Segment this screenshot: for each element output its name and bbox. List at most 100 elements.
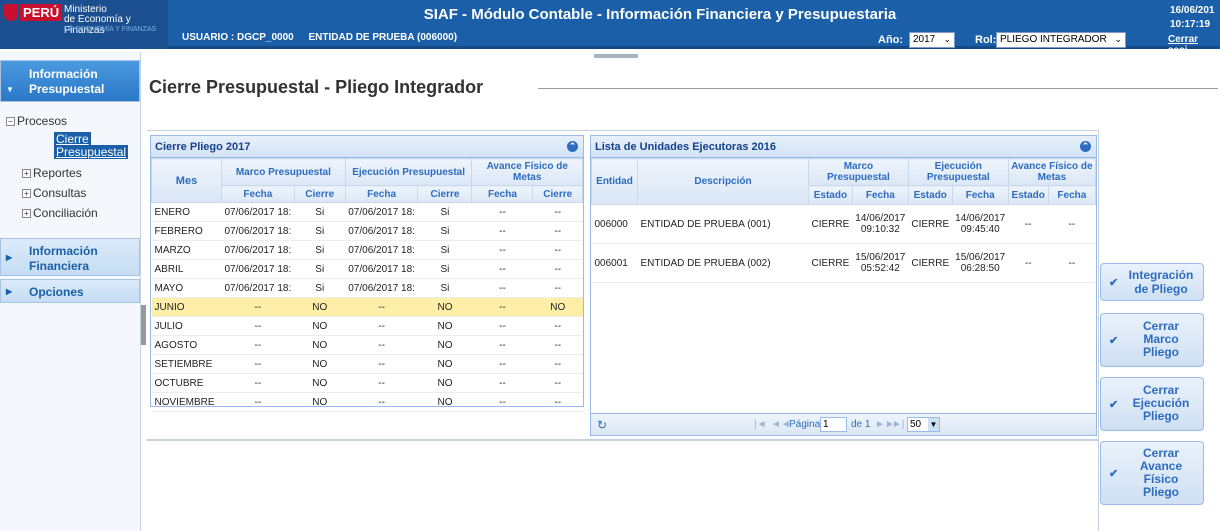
table-cell: -- <box>345 316 418 336</box>
content-bottom-divider <box>147 440 1099 441</box>
table-row[interactable]: JULIO -- NO -- NO -- -- <box>151 316 583 336</box>
table-cell: Si <box>417 202 472 222</box>
table-row[interactable]: ABRIL 07/06/2017 18: Si 07/06/2017 18: Si -- -… <box>151 259 583 279</box>
col-header-entidad[interactable]: Entidad <box>591 158 638 205</box>
table-row[interactable]: OCTUBRE -- NO -- NO -- -- <box>151 373 583 393</box>
table-cell: -- <box>345 297 418 317</box>
col-header-fecha[interactable]: Fecha <box>471 185 534 203</box>
page-label: Página <box>789 419 821 430</box>
table-cell: ENTIDAD DE PRUEBA (002) <box>637 243 809 283</box>
table-row[interactable]: SETIEMBRE -- NO -- NO -- -- <box>151 354 583 374</box>
tree-node-cierre-presupuestal[interactable]: Cierre <box>54 132 91 146</box>
col-header-estado[interactable]: Estado <box>808 185 853 205</box>
collapse-panel-icon[interactable]: ⌃ <box>567 141 578 152</box>
table-cell: NOVIEMBRE <box>151 392 222 412</box>
current-time: 10:17:19 <box>1170 19 1211 30</box>
table-cell: 07/06/2017 18: <box>221 221 295 241</box>
refresh-icon[interactable]: ↻ <box>597 418 607 432</box>
date-part: 14/06/2017 <box>855 213 906 224</box>
role-value: PLIEGO INTEGRADOR <box>1000 34 1107 45</box>
first-page-icon[interactable]: |◄ <box>754 419 767 430</box>
col-header-estado[interactable]: Estado <box>1007 185 1049 205</box>
coat-of-arms-icon <box>4 4 18 21</box>
year-label: Año: <box>878 34 904 46</box>
page-total: de 1 <box>851 419 871 430</box>
table-row[interactable]: NOVIEMBRE -- NO -- NO -- -- <box>151 392 583 412</box>
col-header-fecha[interactable]: Fecha <box>1047 185 1097 205</box>
col-header-fecha[interactable]: Fecha <box>851 185 909 205</box>
col-header-fecha[interactable]: Fecha <box>344 185 419 203</box>
year-select[interactable]: 2017 ⌄ <box>909 32 955 48</box>
accordion-informacion-presupuestal[interactable]: ▼ Información Presupuestal <box>0 60 140 102</box>
accordion-informacion-financiera[interactable]: ▶ Información Financiera <box>0 238 140 276</box>
table-cell: -- <box>471 259 533 279</box>
table-cell: 07/06/2017 18: <box>345 278 418 298</box>
tree-node-procesos[interactable]: − Procesos <box>6 114 67 128</box>
table-row[interactable]: MARZO 07/06/2017 18: Si 07/06/2017 18: Si -- -… <box>151 240 583 260</box>
table-row[interactable]: AGOSTO -- NO -- NO -- -- <box>151 335 583 355</box>
col-header-cierre[interactable]: Cierre <box>417 185 473 203</box>
table-row[interactable]: 006000 ENTIDAD DE PRUEBA (001) CIERRE 14/06… <box>591 204 1096 244</box>
check-icon: ✔ <box>1109 335 1119 347</box>
col-header-mes[interactable]: Mes <box>151 158 222 203</box>
cerrar-avance-fisico-pliego-button[interactable]: ✔ Cerrar Avance Físico Pliego <box>1100 441 1204 505</box>
table-row[interactable]: 006001 ENTIDAD DE PRUEBA (002) CIERRE 15/06… <box>591 243 1096 283</box>
tree-node-cierre-presupuestal-2[interactable]: Presupuestal <box>54 145 129 159</box>
col-header-estado[interactable]: Estado <box>907 185 953 205</box>
role-select[interactable]: PLIEGO INTEGRADOR ⌄ <box>996 32 1126 48</box>
cerrar-marco-pliego-button[interactable]: ✔ Cerrar Marco Pliego <box>1100 313 1204 367</box>
collapse-panel-icon[interactable]: ⌃ <box>1080 141 1091 152</box>
table-cell: NO <box>294 297 346 317</box>
table-cell: CIERRE <box>808 243 853 283</box>
time-part: 09:45:40 <box>960 224 1000 235</box>
table-cell: -- <box>532 373 583 393</box>
last-page-icon[interactable]: ►| <box>892 419 905 430</box>
sidebar-splitter[interactable] <box>141 305 146 345</box>
logout-link[interactable]: Cerrar sesi <box>1168 34 1220 56</box>
page-number-input[interactable]: 1 <box>820 417 847 432</box>
table-cell: -- <box>345 335 418 355</box>
table-cell: Si <box>294 202 346 222</box>
tree-node-consultas[interactable]: + Consultas <box>22 186 86 200</box>
table-cell: 07/06/2017 18: <box>345 259 418 279</box>
col-header-fecha[interactable]: Fecha <box>951 185 1009 205</box>
table-cell: NO <box>417 354 472 374</box>
table-row[interactable]: MAYO 07/06/2017 18: Si 07/06/2017 18: Si -- -- <box>151 278 583 298</box>
col-header-cierre[interactable]: Cierre <box>293 185 346 203</box>
table-cell: NO <box>417 335 472 355</box>
col-header-cierre[interactable]: Cierre <box>532 185 583 203</box>
chevron-down-icon: ⌄ <box>1114 34 1122 44</box>
table-cell: -- <box>532 259 583 279</box>
table-cell: AGOSTO <box>151 335 222 355</box>
time-part: 06:28:50 <box>960 263 1000 274</box>
table-cell: -- <box>221 392 295 412</box>
col-header-fecha[interactable]: Fecha <box>221 185 295 203</box>
col-header-descripcion[interactable]: Descripción <box>637 158 809 205</box>
prev-page-icon[interactable]: ◄◄ <box>771 419 791 430</box>
table-cell: MARZO <box>151 240 222 260</box>
col-group-marco: Marco Presupuestal <box>221 158 346 186</box>
splitter-handle[interactable] <box>594 54 638 58</box>
year-value: 2017 <box>913 34 936 45</box>
tree-node-label: Presupuestal <box>54 145 129 159</box>
table-cell: NO <box>294 373 346 393</box>
table-cell: 006000 <box>591 204 638 244</box>
entity-label: ENTIDAD DE PRUEBA (006000) <box>308 32 458 43</box>
integracion-pliego-button[interactable]: ✔ Integración de Pliego <box>1100 263 1204 301</box>
accordion-opciones[interactable]: ▶ Opciones <box>0 279 140 303</box>
table-cell: -- <box>532 335 583 355</box>
table-cell: -- <box>532 354 583 374</box>
expand-arrow-icon: ▼ <box>6 85 14 94</box>
table-cell: 15/06/2017 06:28:50 <box>952 243 1009 283</box>
tree-node-conciliacion[interactable]: + Conciliación <box>22 206 98 220</box>
tree-node-reportes[interactable]: + Reportes <box>22 166 82 180</box>
button-label: Integración <box>1128 268 1194 282</box>
table-row[interactable]: JUNIO -- NO -- NO -- NO <box>151 297 583 317</box>
table-row[interactable]: FEBRERO 07/06/2017 18: Si 07/06/2017 18: Si -… <box>151 221 583 241</box>
col-group-marco: Marco Presupuestal <box>808 158 909 186</box>
sidebar: ▼ Información Presupuestal − Procesos Cie… <box>0 52 141 531</box>
table-row[interactable]: ENERO 07/06/2017 18: Si 07/06/2017 18: Si -- -… <box>151 202 583 222</box>
cerrar-ejecucion-pliego-button[interactable]: ✔ Cerrar Ejecución Pliego <box>1100 377 1204 431</box>
page-size-select[interactable]: 50 ▼ <box>907 417 940 432</box>
panel-title: Lista de Unidades Ejecutoras 2016 <box>595 141 776 153</box>
